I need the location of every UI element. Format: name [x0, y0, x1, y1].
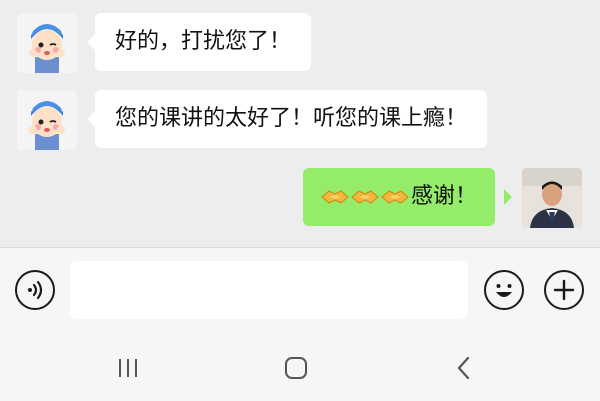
bubble-tail [504, 189, 512, 205]
voice-icon [28, 280, 43, 300]
message-input[interactable] [70, 261, 468, 319]
man-photo-avatar-icon [522, 168, 582, 228]
back-button[interactable] [444, 353, 484, 383]
voice-button[interactable] [15, 270, 55, 310]
bubble-tail [87, 111, 95, 127]
more-button[interactable] [544, 270, 584, 310]
message-text: 好的，打扰您了！ [115, 29, 292, 54]
message-text: 感谢！ [411, 184, 478, 209]
home-icon [285, 357, 307, 379]
cartoon-boy-avatar-icon [17, 13, 77, 73]
avatar[interactable] [17, 13, 77, 73]
input-bar [0, 247, 600, 332]
recent-apps-button[interactable] [108, 353, 148, 383]
avatar[interactable] [17, 90, 77, 150]
emoji-icon [496, 284, 512, 297]
handshake-emoji-icon [321, 190, 349, 204]
message-text: 您的课讲的太好了！听您的课上瘾！ [115, 106, 468, 131]
emoji-button[interactable] [484, 270, 524, 310]
back-icon [457, 356, 470, 380]
handshake-emoji-icon [381, 190, 409, 204]
chat-area: 好的，打扰您了！ 您的课讲的太好了！听您的课上瘾！ 感谢！ [0, 0, 600, 247]
home-button[interactable] [276, 353, 316, 383]
system-nav-bar [0, 331, 600, 401]
bubble-tail [87, 34, 95, 50]
message-bubble[interactable]: 感谢！ [303, 168, 496, 226]
message-bubble[interactable]: 好的，打扰您了！ [95, 13, 312, 71]
plus-icon [553, 279, 575, 301]
message-bubble[interactable]: 您的课讲的太好了！听您的课上瘾！ [95, 90, 488, 148]
avatar[interactable] [522, 168, 582, 228]
cartoon-boy-avatar-icon [17, 90, 77, 150]
recent-apps-icon [119, 359, 137, 377]
handshake-emoji-icon [351, 190, 379, 204]
